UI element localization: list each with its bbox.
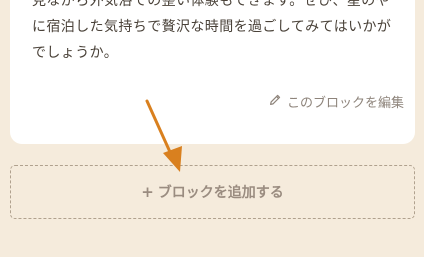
body-line-3: でしょうか。 (32, 45, 119, 61)
content-card: 見ながら外気浴での整い体験もできます。ぜひ、星のや に宿泊した気持ちで贅沢な時間… (10, 0, 415, 144)
edit-block-label: このブロックを編集 (286, 96, 404, 111)
block-body-text: 見ながら外気浴での整い体験もできます。ぜひ、星のや に宿泊した気持ちで贅沢な時間… (32, 0, 410, 66)
add-block-label: ブロックを追加する (157, 185, 284, 201)
add-block-button[interactable]: + ブロックを追加する (10, 165, 415, 219)
body-line-2: に宿泊した気持ちで贅沢な時間を過ごしてみてはいかが (32, 19, 392, 35)
body-line-1: 見ながら外気浴での整い体験もできます。ぜひ、星のや (32, 0, 391, 9)
plus-icon: + (141, 183, 154, 201)
edit-block-button[interactable]: このブロックを編集 (268, 92, 404, 111)
pencil-icon (268, 93, 282, 111)
